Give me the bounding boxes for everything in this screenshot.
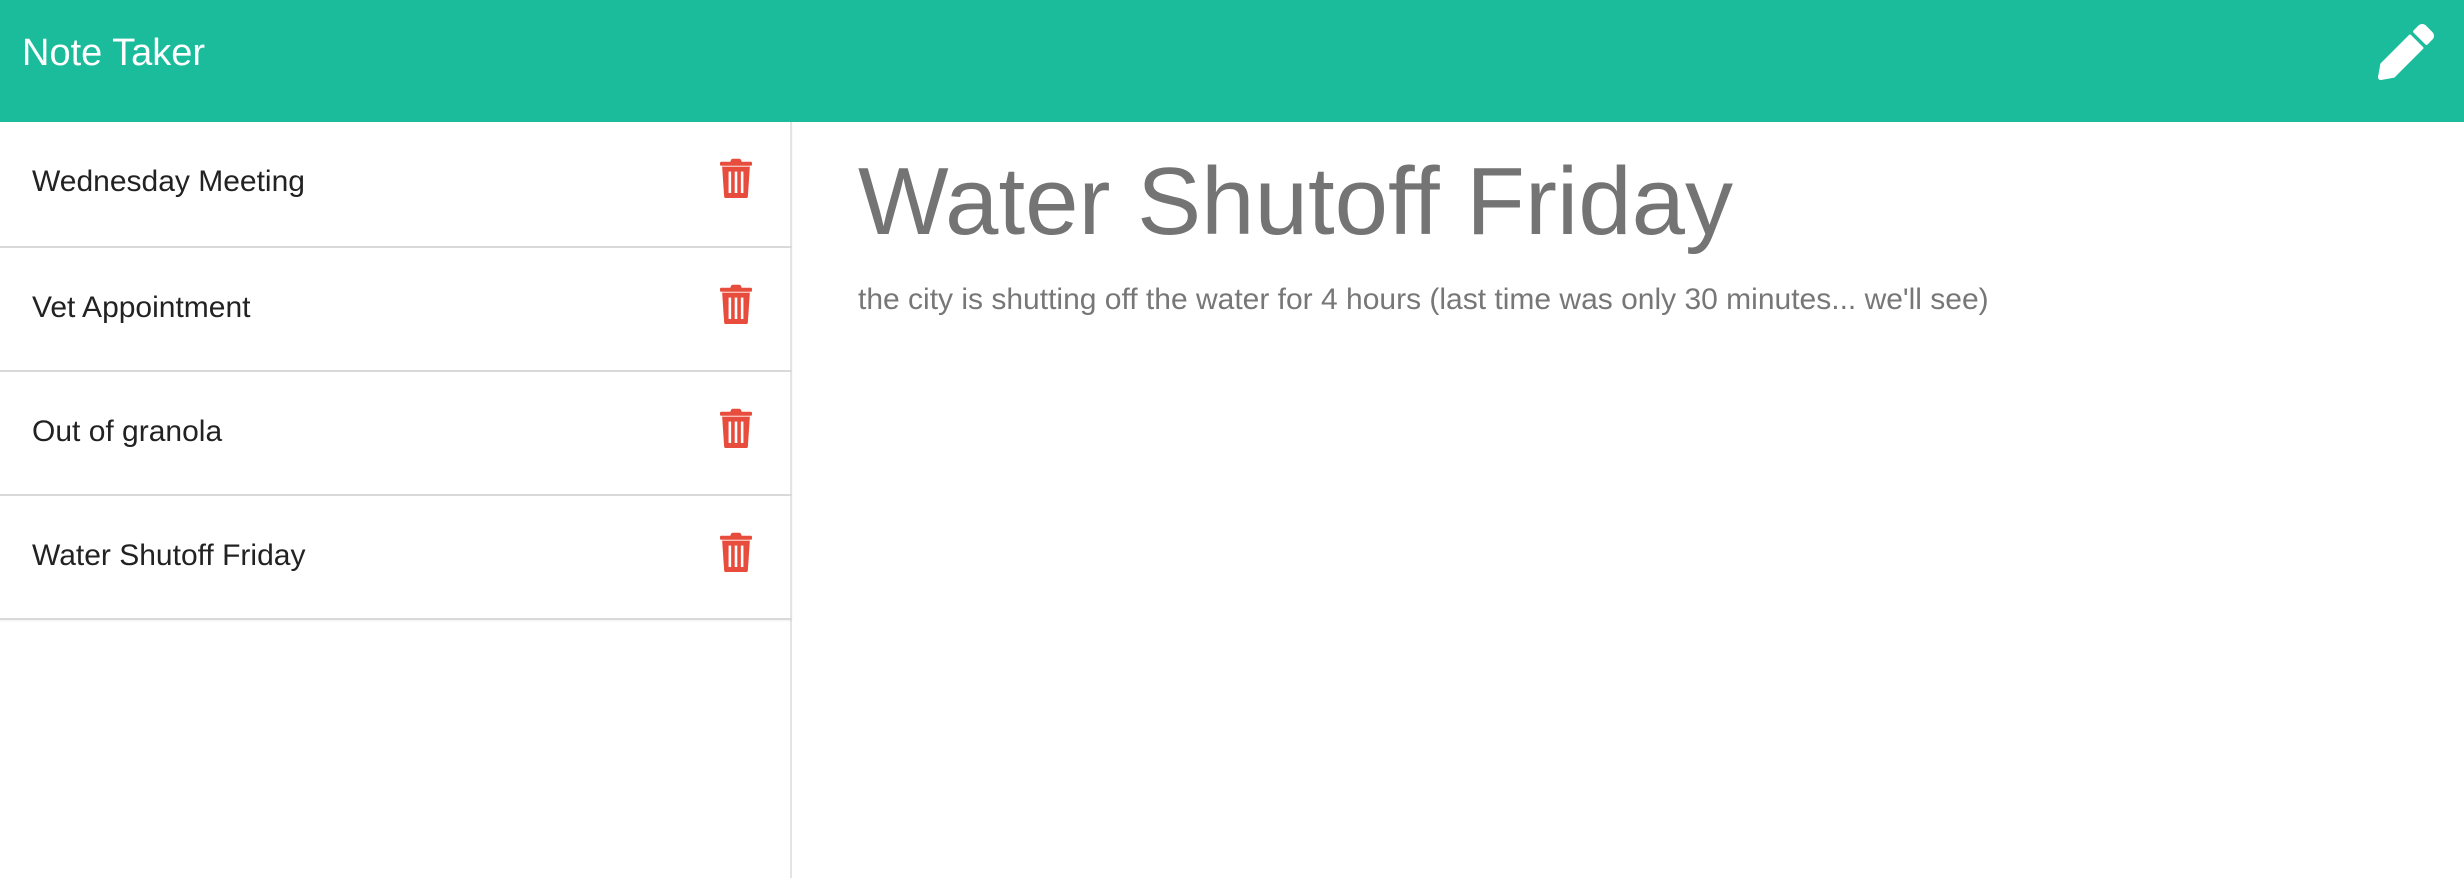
note-list-title[interactable]: Wednesday Meeting (32, 162, 305, 202)
list-item[interactable]: Wednesday Meeting (0, 122, 792, 246)
list-item[interactable]: Out of granola (0, 370, 792, 494)
note-title-input[interactable]: Water Shutoff Friday (858, 144, 1733, 260)
note-text-area[interactable]: the city is shutting off the water for 4… (858, 280, 1989, 320)
note-list-title[interactable]: Out of granola (32, 412, 222, 452)
list-item[interactable]: Vet Appointment (0, 246, 792, 370)
trash-icon[interactable] (720, 284, 752, 324)
new-note-button[interactable] (2378, 24, 2434, 80)
list-item[interactable]: Water Shutoff Friday (0, 494, 792, 618)
trash-icon[interactable] (720, 158, 752, 198)
trash-icon[interactable] (720, 532, 752, 572)
trash-icon[interactable] (720, 408, 752, 448)
note-sidebar: Wednesday Meeting Vet Appointment Out of… (0, 122, 792, 878)
note-list-title[interactable]: Vet Appointment (32, 288, 251, 328)
pencil-icon (2378, 24, 2434, 80)
note-list-title[interactable]: Water Shutoff Friday (32, 536, 305, 576)
navbar: Note Taker (0, 0, 2464, 122)
app-title[interactable]: Note Taker (22, 28, 205, 78)
note-editor: Water Shutoff Friday the city is shuttin… (792, 122, 2464, 878)
note-list: Wednesday Meeting Vet Appointment Out of… (0, 122, 792, 620)
